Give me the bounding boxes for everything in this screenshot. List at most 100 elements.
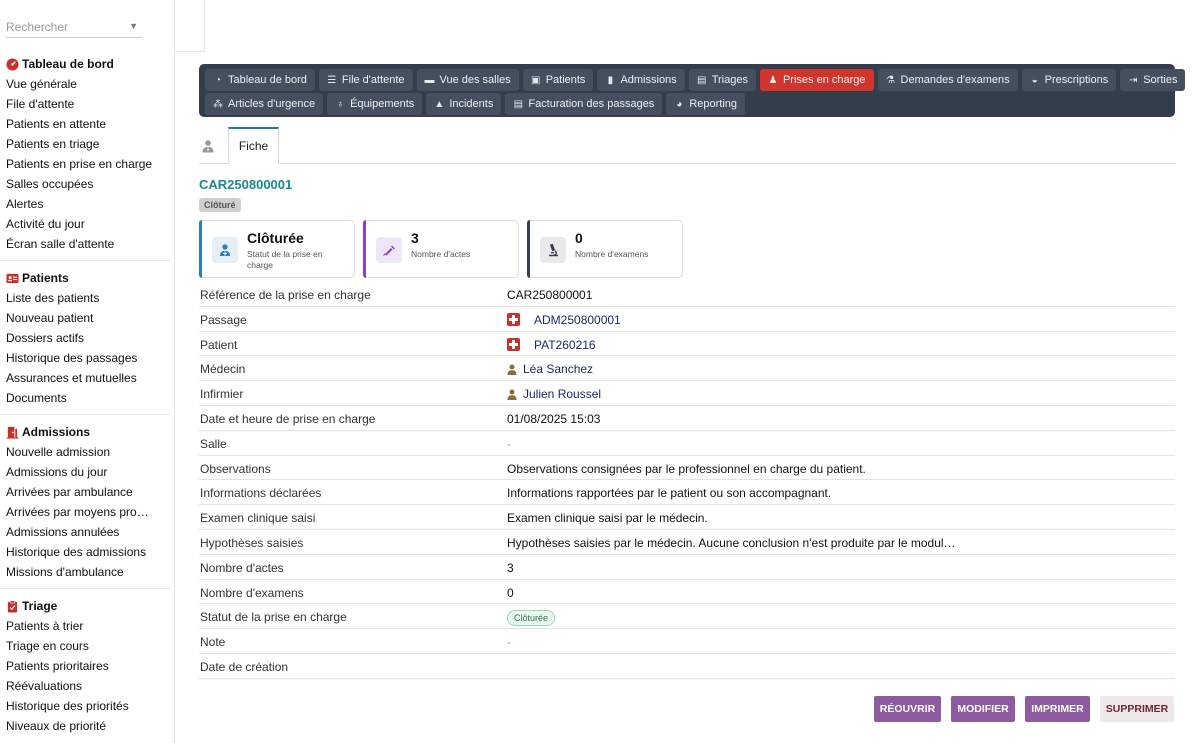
edit-button[interactable]: MODIFIER — [951, 696, 1015, 722]
nav-reporting[interactable]: ◕ Reporting — [666, 93, 746, 115]
sidebar-item-patients-prise-en-charge[interactable]: Patients en prise en charge — [0, 154, 165, 174]
infirmier-link[interactable]: Julien Roussel — [507, 387, 601, 401]
nav-label: Prises en charge — [782, 74, 866, 86]
detail-label: Médecin — [200, 362, 246, 377]
user-icon — [507, 364, 517, 375]
nav-demandes-d-examens[interactable]: ⚗ Demandes d'examens — [877, 69, 1018, 91]
sidebar-item-patients-a-trier[interactable]: Patients à trier — [0, 616, 165, 636]
sidebar-heading-admissions[interactable]: Admissions — [0, 422, 174, 442]
sidebar-heading-triage[interactable]: Triage — [0, 596, 174, 616]
tab-fiche[interactable]: Fiche — [228, 127, 279, 164]
nav-label: Sorties — [1143, 74, 1178, 86]
passage-link[interactable]: ADM250800001 — [507, 313, 621, 327]
sidebar-heading-patients[interactable]: Patients — [0, 268, 174, 288]
nav-label: Patients — [545, 74, 586, 86]
detail-row-date-creation: Date de création — [199, 654, 1175, 679]
print-button[interactable]: IMPRIMER — [1025, 696, 1090, 722]
nav-file-d-attente[interactable]: ☰ File d'attente — [318, 69, 413, 91]
nav-label: Reporting — [689, 98, 738, 110]
reopen-button[interactable]: RÉOUVRIR — [874, 696, 941, 722]
delete-button[interactable]: SUPPRIMER — [1100, 696, 1174, 722]
sidebar-item-nouvelle-admission[interactable]: Nouvelle admission — [0, 442, 165, 462]
medecin-link[interactable]: Léa Sanchez — [507, 362, 593, 376]
detail-row-reference: Référence de la prise en charge CAR25080… — [199, 282, 1175, 307]
sidebar-item-assurances[interactable]: Assurances et mutuelles — [0, 368, 165, 388]
sidebar-item-historique-passages[interactable]: Historique des passages — [0, 348, 165, 368]
sidebar-section-patients: Patients Liste des patients Nouveau pati… — [0, 268, 174, 408]
nav-articles-d-urgence[interactable]: ⁂ Articles d'urgence — [205, 93, 324, 115]
nav-admissions[interactable]: ▮ Admissions — [597, 69, 685, 91]
card-label: Statut de la prise en charge — [247, 249, 323, 270]
nav-patients[interactable]: ▣ Patients — [522, 69, 594, 91]
detail-row-passage: Passage ADM250800001 — [199, 307, 1175, 332]
detail-label: Informations déclarées — [200, 486, 322, 501]
detail-label: Référence de la prise en charge — [200, 288, 371, 302]
user-tie-icon[interactable] — [201, 139, 215, 153]
user-icon — [507, 389, 517, 400]
nav-admissions-icon: ▮ — [607, 74, 614, 86]
sidebar-heading-dashboard[interactable]: Tableau de bord — [0, 54, 174, 74]
nav-tableau-de-bord[interactable]: ◔ Tableau de bord — [205, 69, 315, 91]
nav-label: Admissions — [620, 74, 677, 86]
detail-label: Salle — [200, 436, 227, 451]
nav-prises-en-charge-icon: ♟ — [768, 74, 778, 86]
sidebar-item-missions-ambulance[interactable]: Missions d'ambulance — [0, 562, 165, 582]
nav-facturation-des-passages-icon: ▤ — [513, 98, 524, 110]
patient-link[interactable]: PAT260216 — [507, 338, 596, 352]
detail-row-hypotheses: Hypothèses saisies Hypothèses saisies pa… — [199, 530, 1175, 555]
detail-value: 0 — [507, 585, 514, 600]
nav-label: Facturation des passages — [528, 98, 655, 110]
detail-value: Hypothèses saisies par le médecin. Aucun… — [507, 535, 956, 550]
dashboard-icon — [6, 57, 19, 71]
search-placeholder: Rechercher — [6, 20, 69, 34]
nav-prises-en-charge[interactable]: ♟ Prises en charge — [759, 69, 874, 91]
sidebar-item-vue-generale[interactable]: Vue générale — [0, 74, 165, 94]
sidebar-divider — [0, 588, 170, 589]
module-navbar: ◔ Tableau de bord ☰ File d'attente ▬ Vue des … — [199, 64, 1186, 117]
nav-label: Triages — [711, 74, 748, 86]
sidebar-item-alertes[interactable]: Alertes — [0, 194, 165, 214]
detail-row-note: Note - — [199, 629, 1175, 654]
search-select[interactable]: Rechercher ▼ — [6, 14, 142, 38]
sidebar-item-patients-prioritaires[interactable]: Patients prioritaires — [0, 656, 165, 676]
stat-card-actes: 3 Nombre d'actes — [363, 220, 519, 278]
action-bar: RÉOUVRIR MODIFIER IMPRIMER SUPPRIMER — [0, 696, 1200, 722]
sidebar-item-historique-admissions[interactable]: Historique des admissions — [0, 542, 165, 562]
nav-label: Incidents — [449, 98, 494, 110]
medical-cross-icon — [507, 313, 520, 327]
sidebar-item-admissions-annulees[interactable]: Admissions annulées — [0, 522, 165, 542]
nav-equipements[interactable]: ♁ Équipements — [327, 93, 423, 115]
sidebar-item-triage-en-cours[interactable]: Triage en cours — [0, 636, 165, 656]
card-value: 0 — [575, 230, 583, 246]
navbar-row-2: ⁂ Articles d'urgence ♁ Équipements ▲ Incident… — [205, 93, 1169, 115]
sidebar-item-salles-occupees[interactable]: Salles occupées — [0, 174, 165, 194]
sidebar-item-arrivees-ambulance[interactable]: Arrivées par ambulance — [0, 482, 165, 502]
status-pill: Clôturée — [507, 610, 556, 627]
nav-triages[interactable]: ▤ Triages — [688, 69, 756, 91]
detail-label: Nombre d'actes — [200, 560, 284, 575]
sidebar-item-patients-attente[interactable]: Patients en attente — [0, 114, 165, 134]
sidebar-item-dossiers-actifs[interactable]: Dossiers actifs — [0, 328, 165, 348]
nav-facturation-des-passages[interactable]: ▤ Facturation des passages — [505, 93, 663, 115]
sidebar-section-admissions: Admissions Nouvelle admission Admissions… — [0, 422, 174, 582]
detail-row-date: Date et heure de prise en charge 01/08/2… — [199, 406, 1175, 431]
stat-card-status: Clôturée Statut de la prise en charge — [199, 220, 355, 278]
caret-down-icon[interactable]: ▼ — [129, 21, 138, 31]
sidebar-item-arrivees-moyens[interactable]: Arrivées par moyens pro… — [0, 502, 165, 522]
sidebar-item-file-attente[interactable]: File d'attente — [0, 94, 165, 114]
sidebar-item-nouveau-patient[interactable]: Nouveau patient — [0, 308, 165, 328]
record-reference-title: CAR250800001 — [199, 177, 293, 192]
nav-vue-des-salles[interactable]: ▬ Vue des salles — [416, 69, 519, 91]
sidebar-item-reevaluations[interactable]: Réévaluations — [0, 676, 165, 696]
nav-sorties-icon: ⇥ — [1129, 74, 1138, 86]
sidebar-item-documents[interactable]: Documents — [0, 388, 165, 408]
sidebar-item-patients-triage[interactable]: Patients en triage — [0, 134, 165, 154]
tab-bar: Fiche — [199, 127, 1175, 164]
sidebar-item-admissions-jour[interactable]: Admissions du jour — [0, 462, 165, 482]
nav-sorties[interactable]: ⇥ Sorties — [1120, 69, 1186, 91]
sidebar-item-activite-jour[interactable]: Activité du jour — [0, 214, 165, 234]
sidebar-item-ecran-salle[interactable]: Écran salle d'attente — [0, 234, 165, 254]
sidebar-item-liste-patients[interactable]: Liste des patients — [0, 288, 165, 308]
nav-incidents[interactable]: ▲ Incidents — [426, 93, 502, 115]
nav-prescriptions[interactable]: ◒ Prescriptions — [1021, 69, 1117, 91]
